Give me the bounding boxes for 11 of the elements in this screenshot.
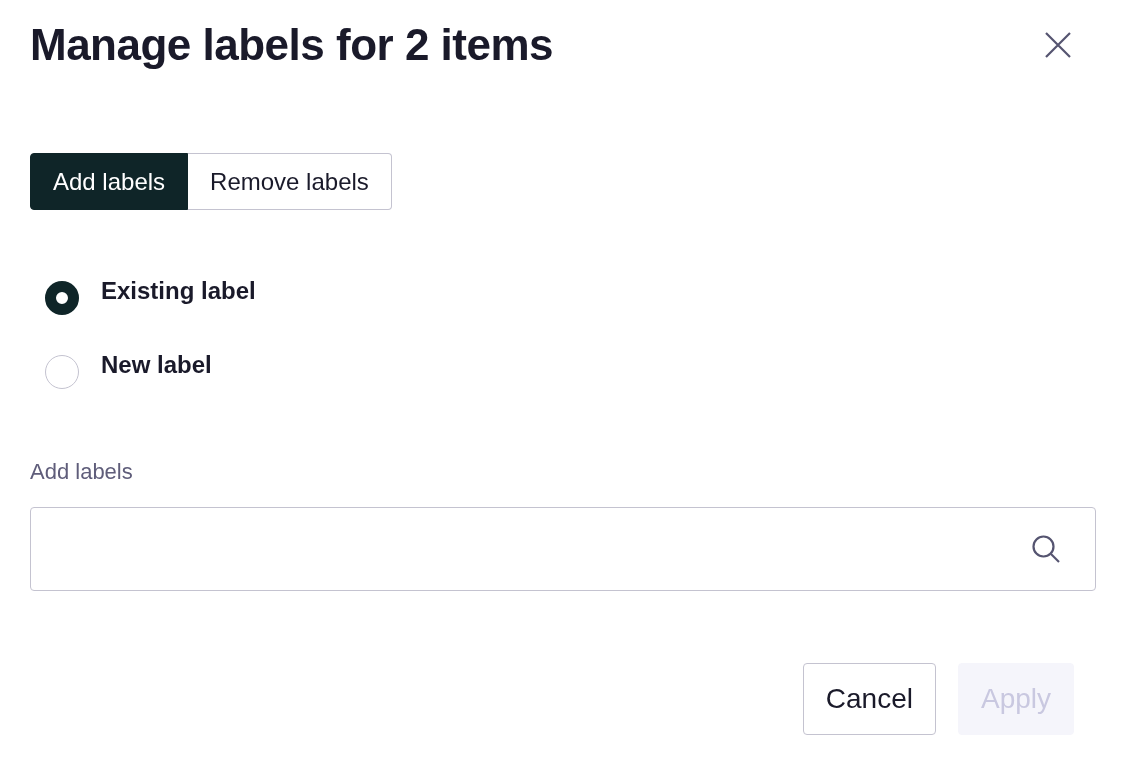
close-icon[interactable] (1045, 32, 1071, 58)
search-field[interactable] (30, 507, 1096, 591)
dialog-title: Manage labels for 2 items (30, 20, 554, 70)
radio-label: Existing label (101, 277, 256, 305)
segment-tab[interactable]: Remove labels (188, 153, 392, 210)
segment-tab[interactable]: Add labels (30, 153, 189, 210)
radio-label: New label (101, 351, 212, 379)
radio-button[interactable] (45, 281, 79, 315)
cancel-button[interactable]: Cancel (802, 663, 936, 735)
search-icon (1031, 534, 1061, 564)
field-label: Add labels (30, 459, 134, 485)
